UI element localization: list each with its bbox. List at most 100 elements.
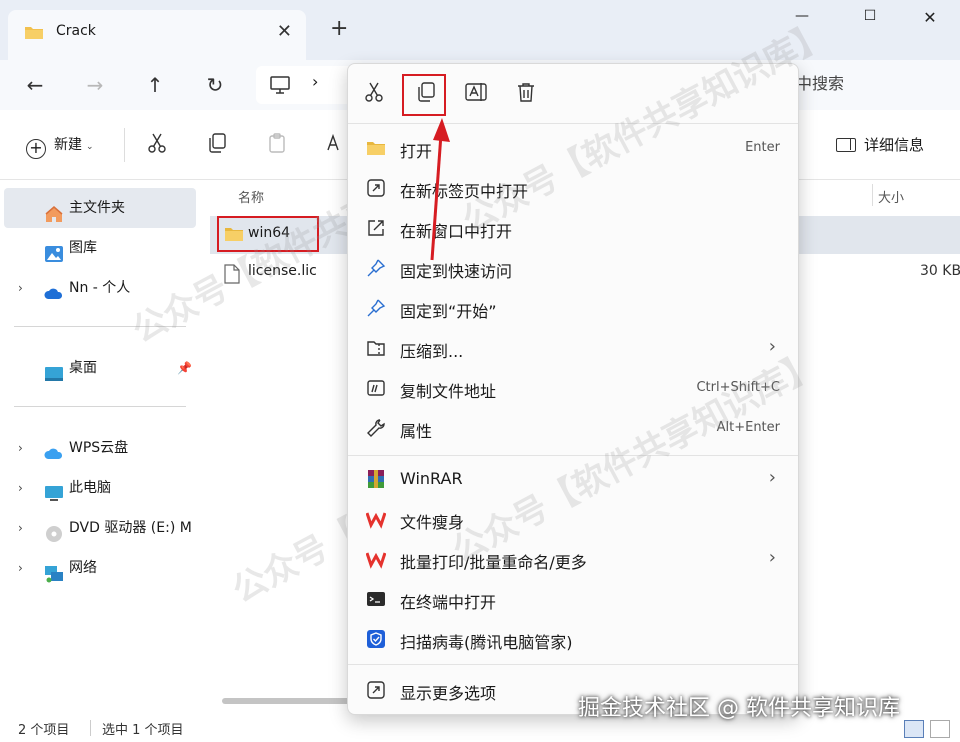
sidebar-item-label: 图库	[69, 240, 97, 256]
chevron-right-icon: ›	[768, 336, 776, 357]
network-icon	[44, 559, 64, 583]
menu-separator	[348, 664, 798, 665]
menu-item-copy-path[interactable]: 复制文件地址 Ctrl+Shift+C	[348, 368, 798, 408]
chevron-down-icon: ⌄	[86, 142, 94, 152]
maximize-button[interactable]: ☐	[850, 8, 890, 32]
sidebar-item-gallery[interactable]: 图库	[4, 228, 196, 268]
highlight-box-copy	[402, 74, 446, 116]
chevron-right-icon[interactable]: ›	[18, 548, 23, 588]
menu-item-properties[interactable]: 属性 Alt+Enter	[348, 408, 798, 448]
navigation-sidebar: 主文件夹 图库 › Nn - 个人 桌面 📌 › WPS云盘 › 此电脑 › D…	[0, 180, 200, 714]
menu-item-label: 在终端中打开	[400, 593, 497, 612]
chevron-right-icon[interactable]: ›	[18, 508, 23, 548]
new-button[interactable]: + 新建 ⌄	[26, 134, 94, 159]
plus-icon: +	[26, 139, 46, 159]
back-arrow-icon[interactable]: ←	[18, 68, 52, 102]
winrar-icon	[366, 469, 386, 489]
item-count: 2 个项目	[18, 723, 70, 738]
details-pane-icon	[836, 138, 856, 152]
scissors-icon[interactable]	[146, 132, 168, 158]
wps-icon	[365, 549, 387, 569]
horizontal-scrollbar[interactable]	[222, 698, 352, 704]
paste-icon[interactable]	[266, 132, 288, 158]
refresh-icon[interactable]: ↻	[198, 68, 232, 102]
tencent-shield-icon	[366, 629, 386, 649]
new-tab-button[interactable]: +	[330, 18, 348, 40]
sidebar-item-label: 桌面	[69, 360, 97, 376]
menu-item-file-slim[interactable]: 文件瘦身	[348, 499, 798, 539]
computer-icon	[270, 76, 290, 98]
column-divider[interactable]	[872, 184, 873, 206]
column-header-name[interactable]: 名称	[238, 187, 264, 206]
menu-item-pin-start[interactable]: 固定到“开始”	[348, 288, 798, 328]
tab-close-icon[interactable]: ✕	[277, 21, 292, 42]
sidebar-item-label: WPS云盘	[69, 440, 129, 456]
menu-item-shortcut: Ctrl+Shift+C	[696, 380, 780, 395]
menu-separator	[348, 455, 798, 456]
sidebar-divider	[14, 326, 186, 327]
open-new-window-icon	[366, 218, 386, 238]
menu-item-open-new-tab[interactable]: 在新标签页中打开	[348, 168, 798, 208]
close-window-button[interactable]: ✕	[910, 8, 950, 32]
up-arrow-icon[interactable]: ↑	[138, 68, 172, 102]
sidebar-item-wps-cloud[interactable]: › WPS云盘	[4, 428, 196, 468]
menu-item-batch-print[interactable]: 批量打印/批量重命名/更多 ›	[348, 539, 798, 579]
trash-icon[interactable]	[514, 80, 544, 110]
file-icon	[224, 264, 240, 288]
sidebar-item-dvd-drive[interactable]: › DVD 驱动器 (E:) M	[4, 508, 196, 548]
credit-watermark: 掘金技术社区 @ 软件共享知识库	[578, 696, 900, 721]
highlight-box-win64	[217, 216, 319, 252]
address-input[interactable]: ›	[256, 66, 356, 104]
gallery-icon	[44, 239, 64, 262]
rename-icon[interactable]	[326, 132, 348, 158]
wps-cloud-icon	[44, 439, 64, 459]
menu-item-winrar[interactable]: WinRAR ›	[348, 459, 798, 499]
sidebar-item-network[interactable]: › 网络	[4, 548, 196, 588]
sidebar-item-label: Nn - 个人	[69, 280, 131, 296]
pin-start-icon	[366, 298, 386, 318]
chevron-right-icon[interactable]: ›	[18, 428, 23, 468]
search-input[interactable]: 中搜索	[796, 70, 844, 94]
chevron-right-icon[interactable]: ›	[18, 468, 23, 508]
chevron-right-icon: ›	[768, 467, 776, 488]
scissors-icon[interactable]	[362, 80, 392, 110]
copy-icon[interactable]	[206, 132, 228, 158]
menu-item-pin-quick-access[interactable]: 固定到快速访问	[348, 248, 798, 288]
menu-item-open[interactable]: 打开 Enter	[348, 128, 798, 168]
pin-icon[interactable]: 📌	[177, 348, 192, 388]
context-menu: 打开 Enter 在新标签页中打开 在新窗口中打开 固定到快速访问 固定到“开始…	[347, 63, 799, 715]
menu-item-scan-virus[interactable]: 扫描病毒(腾讯电脑管家)	[348, 619, 798, 659]
home-icon	[44, 199, 64, 222]
menu-item-open-new-window[interactable]: 在新窗口中打开	[348, 208, 798, 248]
red-arrow-annotation	[430, 118, 450, 261]
selected-count: 选中 1 个项目	[102, 723, 184, 738]
sidebar-item-label: 此电脑	[69, 480, 111, 496]
wrench-icon	[366, 418, 386, 438]
sidebar-item-home[interactable]: 主文件夹	[4, 188, 196, 228]
breadcrumb-separator: ›	[312, 72, 319, 91]
rename-icon[interactable]	[464, 80, 494, 110]
title-bar: Crack ✕ + — ☐ ✕	[0, 0, 960, 60]
new-label: 新建	[54, 137, 82, 153]
sidebar-item-label: DVD 驱动器 (E:) M	[69, 520, 192, 536]
minimize-button[interactable]: —	[782, 8, 822, 32]
chevron-right-icon[interactable]: ›	[18, 268, 23, 308]
menu-item-open-terminal[interactable]: 在终端中打开	[348, 579, 798, 619]
copy-path-icon	[366, 378, 386, 398]
forward-arrow-icon[interactable]: →	[78, 68, 112, 102]
sidebar-item-desktop[interactable]: 桌面 📌	[4, 348, 196, 388]
tiles-view-icon[interactable]	[930, 720, 950, 738]
details-button[interactable]: 详细信息	[836, 134, 924, 155]
column-header-size[interactable]: 大小	[878, 187, 904, 206]
tab-crack[interactable]: Crack ✕	[8, 10, 306, 60]
sidebar-item-this-pc[interactable]: › 此电脑	[4, 468, 196, 508]
file-name: license.lic	[248, 263, 317, 279]
more-options-icon	[366, 680, 386, 700]
this-pc-icon	[44, 479, 64, 501]
menu-item-compress[interactable]: 压缩到... ›	[348, 328, 798, 368]
menu-item-label: 文件瘦身	[400, 513, 465, 532]
menu-item-label: 压缩到...	[400, 342, 464, 361]
details-view-icon[interactable]	[904, 720, 924, 738]
sidebar-item-onedrive[interactable]: › Nn - 个人	[4, 268, 196, 308]
terminal-icon	[366, 589, 386, 609]
